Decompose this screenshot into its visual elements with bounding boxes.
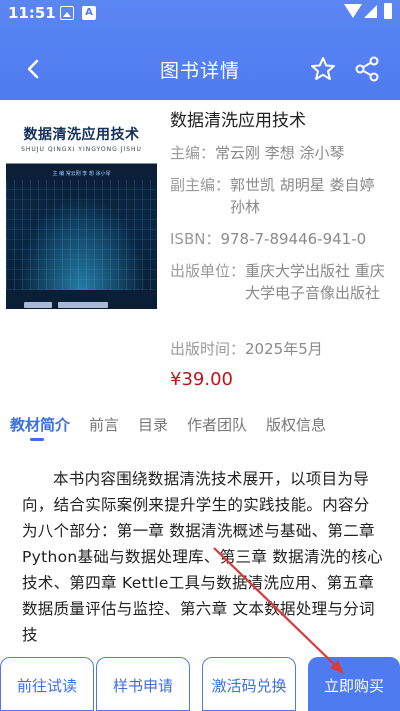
app-notification-icon: A	[82, 6, 96, 20]
tab-authors[interactable]: 作者团队	[187, 414, 247, 435]
signal-icon	[364, 5, 377, 18]
sub-editor-row: 副主编： 郭世凯 胡明星 娄自婷 孙林	[170, 174, 392, 218]
buy-now-button[interactable]: 立即购买	[308, 657, 400, 711]
bottom-action-bar: 前往试读 样书申请 激活码兑换 立即购买	[0, 655, 400, 711]
tab-bar: 教材简介 前言 目录 作者团队 版权信息	[0, 410, 400, 444]
cover-pinyin: SHUJU QINGXI YINGYONG JISHU	[21, 146, 142, 153]
sub-editor-value: 郭世凯 胡明星 娄自婷 孙林	[230, 176, 375, 216]
share-button[interactable]	[352, 54, 382, 84]
tab-intro[interactable]: 教材简介	[10, 414, 70, 435]
page-title: 图书详情	[159, 60, 240, 82]
tab-contents[interactable]: 目录	[138, 414, 168, 435]
publisher-label: 出版单位：	[170, 262, 246, 280]
trial-read-button[interactable]: 前往试读	[0, 657, 94, 711]
sub-editor-label: 副主编：	[170, 176, 231, 194]
status-time: 11:51	[8, 4, 56, 22]
share-icon	[355, 56, 379, 82]
wifi-icon	[344, 4, 362, 18]
sample-request-button[interactable]: 样书申请	[96, 657, 190, 711]
app-header: 图书详情	[0, 42, 400, 98]
date-value: 2025年5月	[245, 340, 323, 358]
cover-artwork	[6, 180, 157, 290]
tab-preface[interactable]: 前言	[89, 414, 119, 435]
cover-title: 数据清洗应用技术	[23, 127, 140, 143]
editor-label: 主编：	[170, 144, 216, 162]
publisher-value: 重庆大学出版社 重庆大学电子音像出版社	[245, 262, 385, 302]
book-name: 数据清洗应用技术	[170, 111, 306, 131]
star-icon	[311, 57, 335, 80]
book-description: 本书内容围绕数据清洗技术展开，以项目为导向，结合实际案例来提升学生的实践技能。内…	[22, 470, 383, 644]
date-row: 出版时间：2025年5月	[170, 338, 323, 360]
favorite-button[interactable]	[308, 54, 338, 84]
tab-copyright[interactable]: 版权信息	[266, 414, 326, 435]
isbn-label: ISBN：	[170, 230, 221, 248]
book-cover[interactable]: 数据清洗应用技术 SHUJU QINGXI YINGYONG JISHU 主 编…	[6, 110, 157, 309]
editor-row: 主编：常云刚 李想 涂小琴	[170, 142, 345, 164]
publisher-logos	[24, 293, 139, 308]
status-bar: 11:51 A	[0, 0, 400, 26]
cover-authors: 主 编 常云刚 李 想 涂小琴	[52, 171, 111, 177]
gallery-notification-icon	[60, 6, 74, 20]
date-label: 出版时间：	[170, 340, 246, 358]
editor-value: 常云刚 李想 涂小琴	[215, 144, 345, 162]
battery-icon	[384, 3, 392, 19]
publisher-row: 出版单位： 重庆大学出版社 重庆大学电子音像出版社	[170, 260, 392, 304]
isbn-value: 978-7-89446-941-0	[220, 230, 367, 248]
isbn-row: ISBN：978-7-89446-941-0	[170, 228, 366, 250]
activation-code-button[interactable]: 激活码兑换	[202, 657, 296, 711]
price: ¥39.00	[170, 369, 233, 390]
active-tab-indicator	[30, 438, 44, 441]
